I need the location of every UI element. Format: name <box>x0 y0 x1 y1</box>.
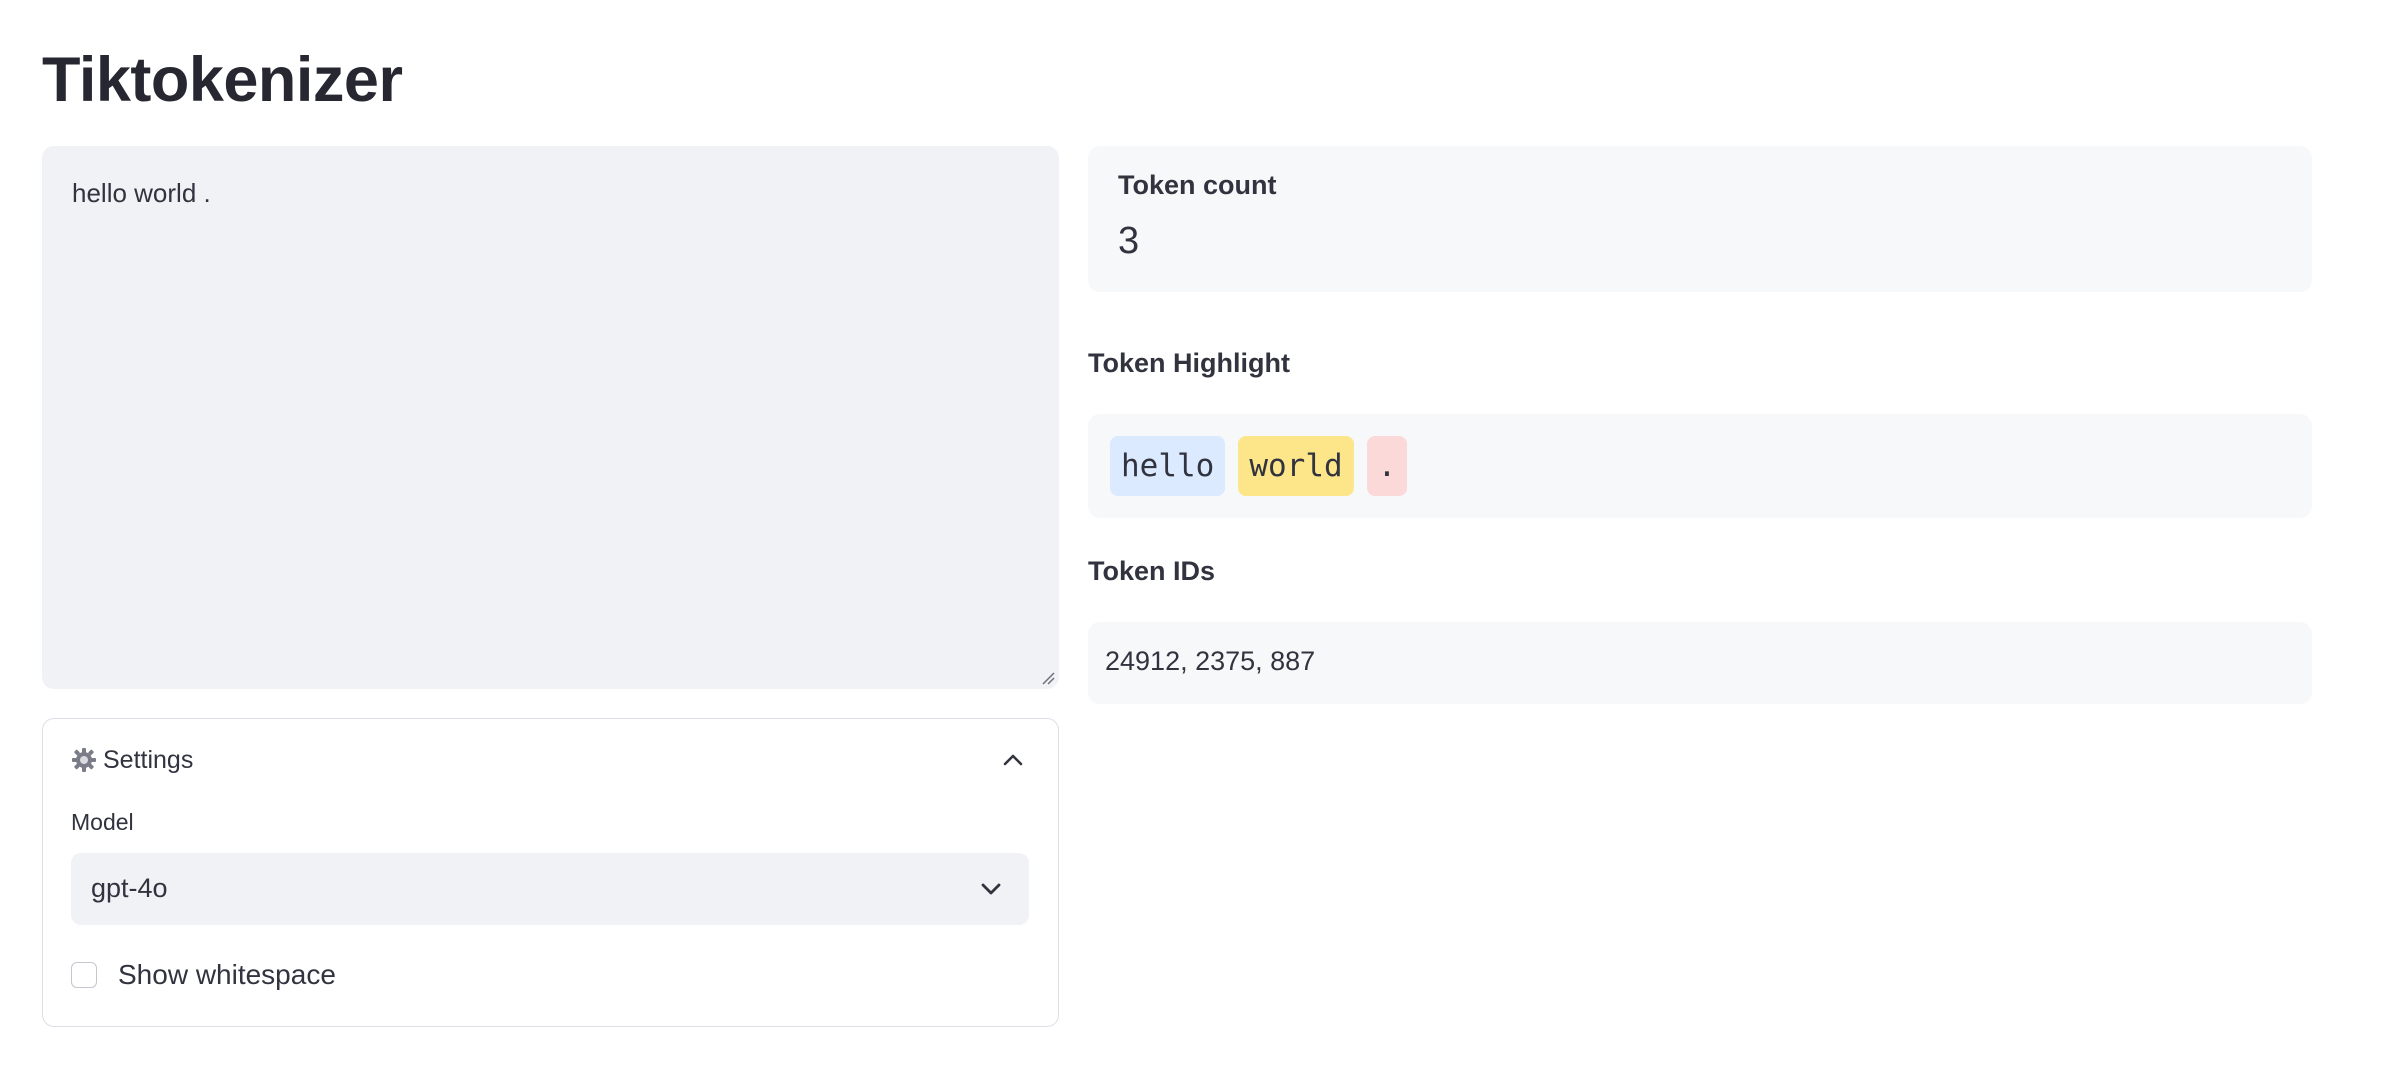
token-count-label: Token count <box>1118 170 1277 200</box>
settings-header[interactable]: Settings <box>43 719 1058 801</box>
token-highlight-heading: Token Highlight <box>1088 348 1290 378</box>
resize-handle-icon[interactable] <box>1041 671 1055 685</box>
page-title: Tiktokenizer <box>42 45 403 115</box>
token-list: hello world . <box>1110 436 1408 496</box>
model-select[interactable]: gpt-4o <box>71 853 1029 925</box>
text-input-container: hello world . <box>42 146 1059 689</box>
show-whitespace-checkbox[interactable] <box>71 962 97 988</box>
model-label: Model <box>71 809 134 835</box>
text-input[interactable]: hello world . <box>42 146 1059 689</box>
chevron-up-icon[interactable] <box>1002 749 1024 771</box>
settings-label: Settings <box>103 746 194 774</box>
chevron-down-icon <box>981 883 1001 895</box>
token-ids-box: 24912, 2375, 887 <box>1088 622 2312 704</box>
token-chip: . <box>1366 436 1408 496</box>
token-ids-value: 24912, 2375, 887 <box>1105 646 1316 676</box>
show-whitespace-label: Show whitespace <box>118 959 336 990</box>
token-count-card: Token count 3 <box>1088 146 2312 292</box>
model-selected-value: gpt-4o <box>91 873 168 903</box>
gear-icon <box>72 748 96 772</box>
app-page: Tiktokenizer hello world . Settings Mode… <box>0 0 2390 1080</box>
token-count-value: 3 <box>1118 220 1140 262</box>
token-chip: hello <box>1110 436 1226 496</box>
token-chip: world <box>1238 436 1354 496</box>
token-highlight-box: hello world . <box>1088 414 2312 518</box>
token-ids-heading: Token IDs <box>1088 556 1216 586</box>
settings-expander: Settings Model gpt-4o Show whitespace <box>42 718 1059 1027</box>
